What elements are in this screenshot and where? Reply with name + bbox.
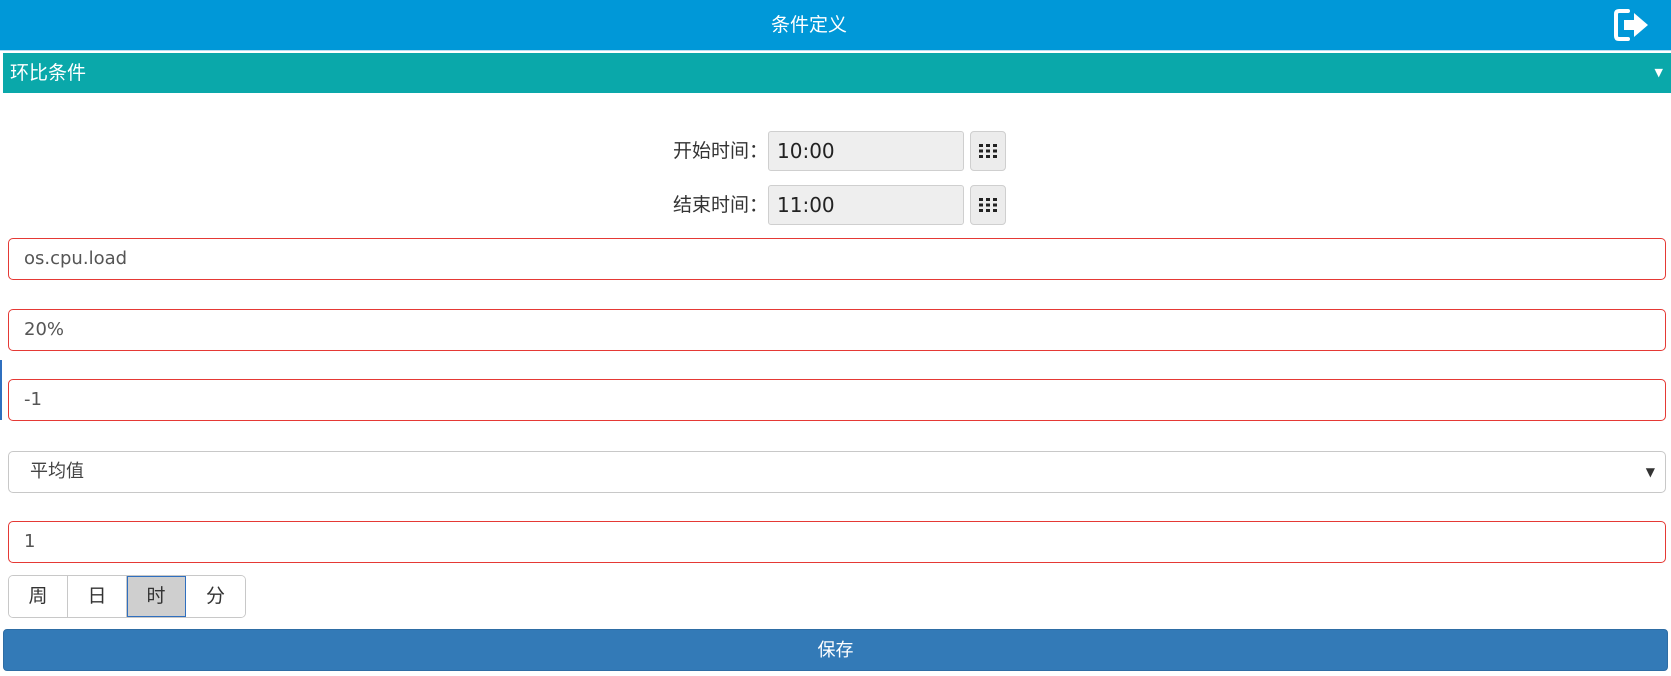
metric-input[interactable]: os.cpu.load	[8, 238, 1666, 280]
unit-minute-button[interactable]: 分	[186, 576, 245, 617]
offset-input[interactable]: -1	[8, 379, 1666, 421]
threshold-input[interactable]: 20%	[8, 309, 1666, 351]
page-title: 条件定义	[770, 14, 847, 36]
period-count-input[interactable]: 1	[8, 521, 1666, 563]
grid-icon	[979, 144, 997, 158]
unit-hour-button[interactable]: 时	[127, 576, 186, 617]
grid-icon	[979, 198, 997, 212]
start-time-label: 开始时间：	[672, 140, 768, 162]
app-header: 条件定义	[0, 0, 1671, 50]
save-button[interactable]: 保存	[3, 629, 1668, 671]
start-time-input[interactable]: 10:00	[768, 131, 964, 171]
end-time-input[interactable]: 11:00	[768, 185, 964, 225]
condition-type-value: 环比条件	[10, 62, 87, 84]
end-time-row: 结束时间： 11:00	[0, 185, 1671, 225]
time-unit-group: 周 日 时 分	[8, 575, 246, 618]
chevron-down-icon: ▼	[1645, 465, 1655, 479]
end-time-picker-button[interactable]	[970, 185, 1006, 225]
unit-day-button[interactable]: 日	[68, 576, 127, 617]
aggregate-value: 平均值	[30, 461, 84, 482]
chevron-down-icon: ▼	[1654, 66, 1663, 79]
sign-out-icon[interactable]	[1614, 8, 1650, 42]
end-time-label: 结束时间：	[672, 194, 768, 216]
unit-week-button[interactable]: 周	[9, 576, 68, 617]
start-time-row: 开始时间： 10:00	[0, 131, 1671, 171]
side-marker	[0, 360, 2, 420]
start-time-picker-button[interactable]	[970, 131, 1006, 171]
aggregate-select[interactable]: 平均值 ▼	[8, 451, 1666, 493]
condition-type-select[interactable]: 环比条件 ▼	[3, 53, 1671, 93]
header-divider	[0, 50, 1671, 51]
